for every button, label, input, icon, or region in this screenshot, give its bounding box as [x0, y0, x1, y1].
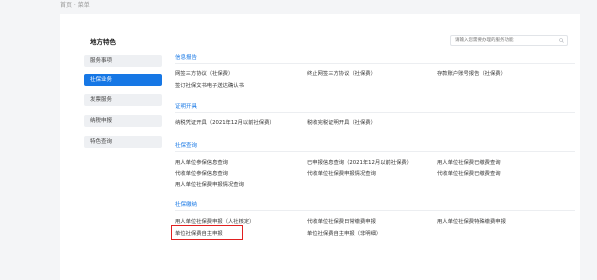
link-agent-paid-query[interactable]: 代收单位社保费已缴费查询 [437, 169, 501, 177]
section-divider [175, 151, 575, 152]
section-divider [175, 112, 575, 113]
section-title-payment: 社保缴纳 [175, 202, 198, 208]
sidebar-item-tax-filing[interactable]: 纳税申报 [84, 115, 162, 127]
link-agent-declaration-query[interactable]: 代收单位社保费申报情况查询 [307, 169, 376, 177]
link-self-declaration[interactable]: 单位社保费自主申报 [175, 229, 223, 237]
section-title-info-report: 信息报告 [175, 55, 198, 61]
sidebar-title: 地方特色 [90, 38, 116, 46]
section-divider [175, 210, 575, 211]
link-employer-declaration-query[interactable]: 用人单位社保费申报情况查询 [175, 180, 244, 188]
link-employer-declaration-hr[interactable]: 用人单位社保费申报（人社核定） [175, 217, 254, 225]
link-deposit-account-report[interactable]: 存款账户账号报告（社保费） [437, 69, 506, 77]
sidebar: 地方特色 服务事项 社保业务 发票服务 纳税申报 特色查询 [60, 14, 165, 280]
section-title-query: 社保查询 [175, 143, 198, 149]
breadcrumb: 首页 · 菜单 [60, 2, 90, 9]
sidebar-item-invoice-service[interactable]: 发票服务 [84, 94, 162, 106]
link-terminate-tripartite-agreement[interactable]: 终止网签三方协议（社保费） [307, 69, 376, 77]
link-self-declaration-non-detail[interactable]: 单位社保费自主申报（非明细） [307, 229, 381, 237]
link-agent-daily-payment[interactable]: 代收单位社保费日常缴费申报 [307, 217, 376, 225]
link-employer-paid-query[interactable]: 用人单位社保费已缴费查询 [437, 158, 501, 166]
search-input[interactable] [455, 36, 555, 45]
sidebar-item-service-matters[interactable]: 服务事项 [84, 55, 162, 67]
link-employer-special-payment[interactable]: 用人单位社保费特殊缴费申报 [437, 217, 506, 225]
link-declared-info-query[interactable]: 已申报信息查询（2021年12月以前社保费） [307, 158, 412, 166]
link-e-delivery-confirmation[interactable]: 签订社保文书电子送达确认书 [175, 81, 244, 89]
link-sign-tripartite-agreement[interactable]: 网签三方协议（社保费） [175, 69, 233, 77]
search-box[interactable] [450, 35, 568, 46]
main-panel: 地方特色 服务事项 社保业务 发票服务 纳税申报 特色查询 信息报告 网签三方协… [60, 14, 580, 280]
section-divider [175, 63, 575, 64]
link-tax-payment-certificate[interactable]: 税收完税证明开具（社保费） [307, 118, 376, 126]
sidebar-item-special-query[interactable]: 特色查询 [84, 136, 162, 148]
sidebar-item-social-insurance[interactable]: 社保业务 [84, 74, 162, 86]
link-tax-voucher-issue[interactable]: 纳税凭证开具（2021年12月以前社保费） [175, 118, 275, 126]
link-agent-insured-info-query[interactable]: 代收单位参保信息查询 [175, 169, 228, 177]
search-icon[interactable] [559, 38, 564, 43]
link-employer-insured-info-query[interactable]: 用人单位参保信息查询 [175, 158, 228, 166]
section-title-certificate: 证明开具 [175, 104, 198, 110]
